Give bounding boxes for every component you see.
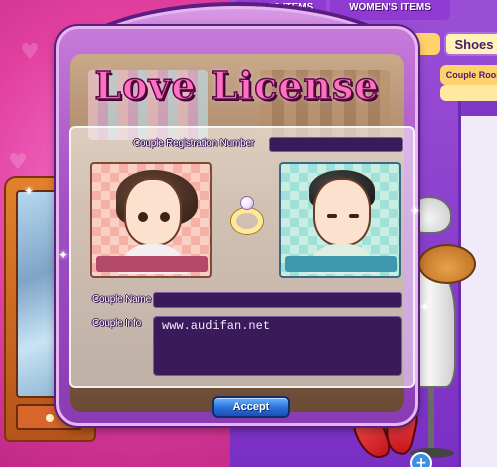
tab-shoes[interactable]: Shoes <box>444 32 497 56</box>
sparkle-icon: ✦ <box>410 204 421 218</box>
plus-icon[interactable]: + <box>410 452 432 467</box>
tab-placeholder[interactable] <box>440 85 497 101</box>
couple-registration-label: Couple Registration Number <box>133 138 254 149</box>
ring-icon <box>227 196 267 240</box>
partner-nameplate-left <box>96 256 208 272</box>
partner-nameplate-right <box>285 256 397 272</box>
license-title: Love License <box>94 62 380 109</box>
avatar-face <box>313 178 371 246</box>
couple-registration-field <box>269 137 403 152</box>
heart-icon: ♥ <box>20 40 40 65</box>
heart-icon: ♥ <box>8 150 28 175</box>
tab-couple-room[interactable]: Couple Room <box>440 65 497 85</box>
tab-womens-items[interactable]: WOMEN'S ITEMS <box>330 0 450 20</box>
couple-info-label: Couple Info <box>92 318 141 329</box>
couple-info-field[interactable]: www.audifan.net <box>153 316 402 376</box>
accept-button[interactable]: Accept <box>212 396 290 418</box>
sparkle-icon: ✦ <box>24 184 35 198</box>
sparkle-icon: ✦ <box>58 248 69 262</box>
avatar-face <box>124 178 182 246</box>
partner-portrait-right <box>279 162 401 278</box>
mannequin-stand <box>428 386 434 452</box>
straw-hat-icon <box>418 244 476 284</box>
sparkle-icon: ✦ <box>420 300 431 314</box>
couple-name-field[interactable] <box>153 292 402 308</box>
partner-portrait-left <box>90 162 212 278</box>
couple-name-label: Couple Name <box>92 294 151 305</box>
